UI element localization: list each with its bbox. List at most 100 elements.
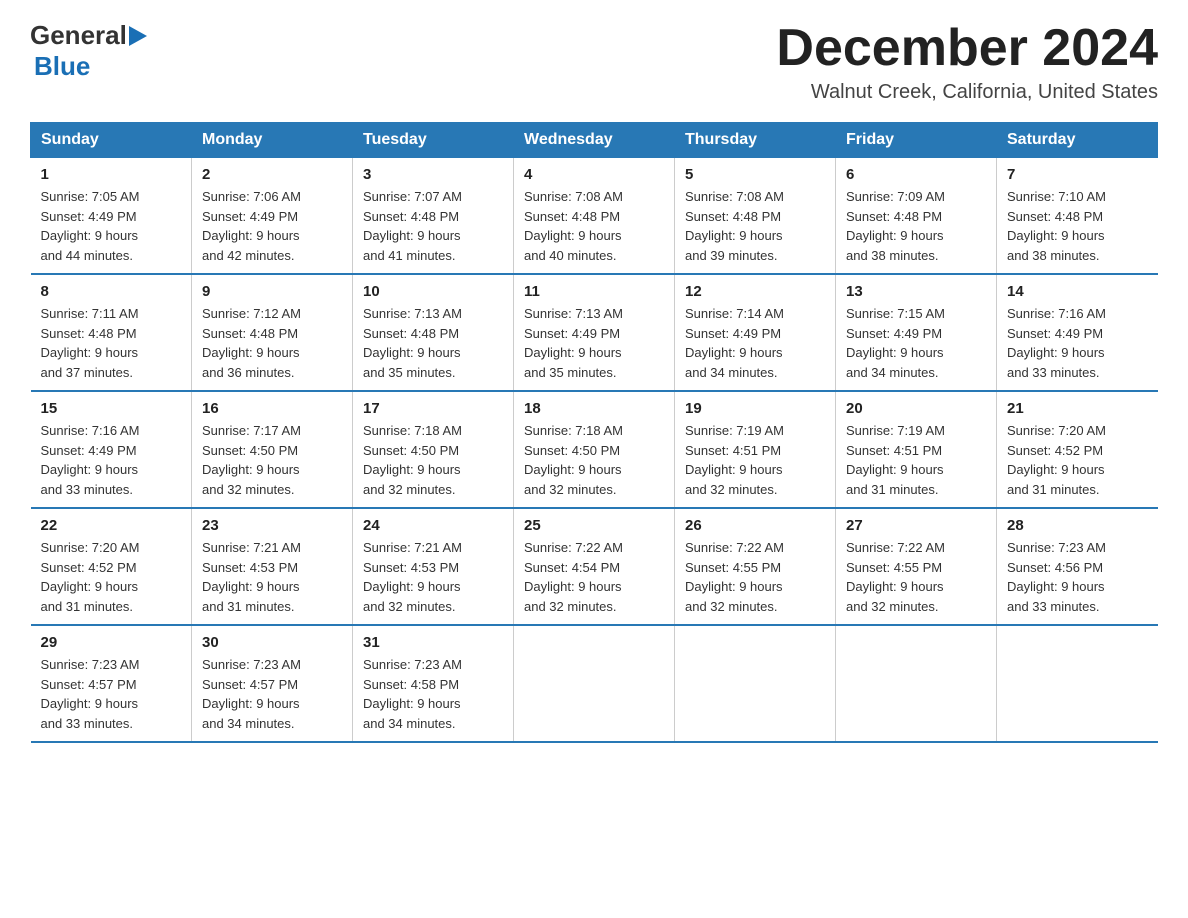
day-number: 23 [202, 517, 342, 534]
day-number: 19 [685, 400, 825, 417]
calendar-cell: 24Sunrise: 7:21 AM Sunset: 4:53 PM Dayli… [353, 508, 514, 625]
calendar-cell: 14 Sunrise: 7:16 AM Sunset: 4:49 PM Dayli… [997, 274, 1158, 391]
day-info: Sunrise: 7:06 AM Sunset: 4:49 PM Dayligh… [202, 187, 342, 265]
calendar-cell [997, 625, 1158, 742]
weekday-header-saturday: Saturday [997, 123, 1158, 158]
day-info: Sunrise: 7:20 AM Sunset: 4:52 PM Dayligh… [41, 538, 182, 616]
calendar-cell: 15 Sunrise: 7:16 AM Sunset: 4:49 PM Dayli… [31, 391, 192, 508]
day-info: Sunrise: 7:23 AM Sunset: 4:57 PM Dayligh… [41, 655, 182, 733]
day-number: 2 [202, 166, 342, 183]
calendar-week-row: 22 Sunrise: 7:20 AM Sunset: 4:52 PM Dayli… [31, 508, 1158, 625]
day-number: 7 [1007, 166, 1148, 183]
calendar-cell: 5 Sunrise: 7:08 AM Sunset: 4:48 PM Daylig… [675, 158, 836, 275]
day-info: Sunrise: 7:23 AM Sunset: 4:58 PM Dayligh… [363, 655, 503, 733]
day-number: 14 [1007, 283, 1148, 300]
calendar-cell: 28Sunrise: 7:23 AM Sunset: 4:56 PM Dayli… [997, 508, 1158, 625]
day-info: Sunrise: 7:21 AM Sunset: 4:53 PM Dayligh… [202, 538, 342, 616]
weekday-header-wednesday: Wednesday [514, 123, 675, 158]
day-number: 17 [363, 400, 503, 417]
calendar-cell: 19 Sunrise: 7:19 AM Sunset: 4:51 PM Dayli… [675, 391, 836, 508]
day-info: Sunrise: 7:08 AM Sunset: 4:48 PM Dayligh… [685, 187, 825, 265]
calendar-cell: 9Sunrise: 7:12 AM Sunset: 4:48 PM Daylig… [192, 274, 353, 391]
calendar-cell: 29 Sunrise: 7:23 AM Sunset: 4:57 PM Dayli… [31, 625, 192, 742]
calendar-cell: 22 Sunrise: 7:20 AM Sunset: 4:52 PM Dayli… [31, 508, 192, 625]
day-number: 1 [41, 166, 182, 183]
calendar-title: December 2024 [776, 20, 1158, 77]
day-info: Sunrise: 7:14 AM Sunset: 4:49 PM Dayligh… [685, 304, 825, 382]
calendar-cell: 27Sunrise: 7:22 AM Sunset: 4:55 PM Dayli… [836, 508, 997, 625]
day-info: Sunrise: 7:21 AM Sunset: 4:53 PM Dayligh… [363, 538, 503, 616]
weekday-header-thursday: Thursday [675, 123, 836, 158]
calendar-cell: 11 Sunrise: 7:13 AM Sunset: 4:49 PM Dayli… [514, 274, 675, 391]
day-info: Sunrise: 7:17 AM Sunset: 4:50 PM Dayligh… [202, 421, 342, 499]
calendar-week-row: 8Sunrise: 7:11 AM Sunset: 4:48 PM Daylig… [31, 274, 1158, 391]
page-header: General Blue December 2024 Walnut Creek,… [30, 20, 1158, 104]
logo-arrow-icon [129, 26, 147, 46]
day-info: Sunrise: 7:16 AM Sunset: 4:49 PM Dayligh… [1007, 304, 1148, 382]
day-number: 20 [846, 400, 986, 417]
logo-blue-text: Blue [34, 51, 90, 82]
day-info: Sunrise: 7:23 AM Sunset: 4:57 PM Dayligh… [202, 655, 342, 733]
calendar-cell: 31 Sunrise: 7:23 AM Sunset: 4:58 PM Dayli… [353, 625, 514, 742]
day-number: 3 [363, 166, 503, 183]
calendar-cell: 1 Sunrise: 7:05 AM Sunset: 4:49 PM Daylig… [31, 158, 192, 275]
logo-general-text: General [30, 20, 127, 51]
day-number: 26 [685, 517, 825, 534]
calendar-cell: 17 Sunrise: 7:18 AM Sunset: 4:50 PM Dayli… [353, 391, 514, 508]
weekday-header-sunday: Sunday [31, 123, 192, 158]
day-info: Sunrise: 7:23 AM Sunset: 4:56 PM Dayligh… [1007, 538, 1148, 616]
calendar-cell: 20 Sunrise: 7:19 AM Sunset: 4:51 PM Dayli… [836, 391, 997, 508]
logo: General Blue [30, 20, 147, 82]
calendar-cell [514, 625, 675, 742]
day-number: 6 [846, 166, 986, 183]
day-number: 25 [524, 517, 664, 534]
calendar-cell: 12 Sunrise: 7:14 AM Sunset: 4:49 PM Dayli… [675, 274, 836, 391]
day-info: Sunrise: 7:22 AM Sunset: 4:55 PM Dayligh… [846, 538, 986, 616]
day-info: Sunrise: 7:18 AM Sunset: 4:50 PM Dayligh… [363, 421, 503, 499]
day-number: 15 [41, 400, 182, 417]
day-info: Sunrise: 7:15 AM Sunset: 4:49 PM Dayligh… [846, 304, 986, 382]
day-info: Sunrise: 7:22 AM Sunset: 4:55 PM Dayligh… [685, 538, 825, 616]
day-number: 31 [363, 634, 503, 651]
calendar-cell: 6 Sunrise: 7:09 AM Sunset: 4:48 PM Daylig… [836, 158, 997, 275]
day-number: 13 [846, 283, 986, 300]
day-info: Sunrise: 7:22 AM Sunset: 4:54 PM Dayligh… [524, 538, 664, 616]
day-info: Sunrise: 7:09 AM Sunset: 4:48 PM Dayligh… [846, 187, 986, 265]
day-number: 4 [524, 166, 664, 183]
calendar-week-row: 15 Sunrise: 7:16 AM Sunset: 4:49 PM Dayli… [31, 391, 1158, 508]
day-number: 29 [41, 634, 182, 651]
calendar-table: SundayMondayTuesdayWednesdayThursdayFrid… [30, 122, 1158, 743]
day-info: Sunrise: 7:19 AM Sunset: 4:51 PM Dayligh… [685, 421, 825, 499]
day-number: 21 [1007, 400, 1148, 417]
day-info: Sunrise: 7:05 AM Sunset: 4:49 PM Dayligh… [41, 187, 182, 265]
weekday-header-tuesday: Tuesday [353, 123, 514, 158]
calendar-cell: 3 Sunrise: 7:07 AM Sunset: 4:48 PM Daylig… [353, 158, 514, 275]
calendar-subtitle: Walnut Creek, California, United States [776, 81, 1158, 104]
calendar-cell: 16Sunrise: 7:17 AM Sunset: 4:50 PM Dayli… [192, 391, 353, 508]
calendar-cell: 23 Sunrise: 7:21 AM Sunset: 4:53 PM Dayli… [192, 508, 353, 625]
day-number: 5 [685, 166, 825, 183]
day-info: Sunrise: 7:16 AM Sunset: 4:49 PM Dayligh… [41, 421, 182, 499]
day-number: 11 [524, 283, 664, 300]
calendar-cell: 8Sunrise: 7:11 AM Sunset: 4:48 PM Daylig… [31, 274, 192, 391]
calendar-cell: 4Sunrise: 7:08 AM Sunset: 4:48 PM Daylig… [514, 158, 675, 275]
day-number: 30 [202, 634, 342, 651]
calendar-week-row: 1 Sunrise: 7:05 AM Sunset: 4:49 PM Daylig… [31, 158, 1158, 275]
calendar-cell: 26 Sunrise: 7:22 AM Sunset: 4:55 PM Dayli… [675, 508, 836, 625]
day-number: 12 [685, 283, 825, 300]
day-number: 10 [363, 283, 503, 300]
day-info: Sunrise: 7:20 AM Sunset: 4:52 PM Dayligh… [1007, 421, 1148, 499]
calendar-cell [675, 625, 836, 742]
calendar-cell: 2 Sunrise: 7:06 AM Sunset: 4:49 PM Daylig… [192, 158, 353, 275]
calendar-cell [836, 625, 997, 742]
calendar-cell: 18Sunrise: 7:18 AM Sunset: 4:50 PM Dayli… [514, 391, 675, 508]
day-info: Sunrise: 7:07 AM Sunset: 4:48 PM Dayligh… [363, 187, 503, 265]
day-info: Sunrise: 7:19 AM Sunset: 4:51 PM Dayligh… [846, 421, 986, 499]
day-info: Sunrise: 7:13 AM Sunset: 4:48 PM Dayligh… [363, 304, 503, 382]
calendar-cell: 7Sunrise: 7:10 AM Sunset: 4:48 PM Daylig… [997, 158, 1158, 275]
day-number: 22 [41, 517, 182, 534]
day-number: 8 [41, 283, 182, 300]
calendar-cell: 21 Sunrise: 7:20 AM Sunset: 4:52 PM Dayli… [997, 391, 1158, 508]
day-info: Sunrise: 7:13 AM Sunset: 4:49 PM Dayligh… [524, 304, 664, 382]
day-number: 9 [202, 283, 342, 300]
